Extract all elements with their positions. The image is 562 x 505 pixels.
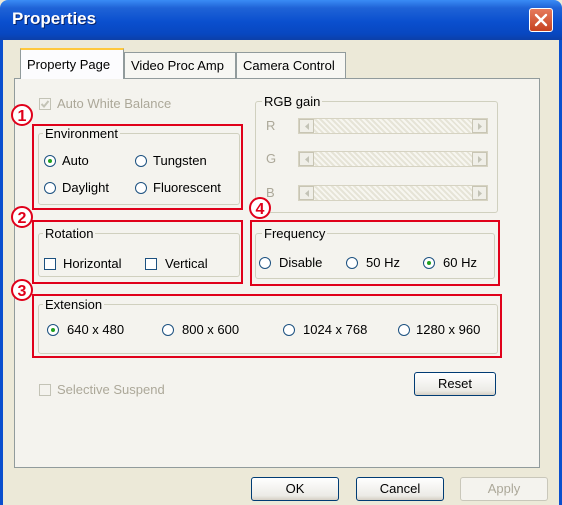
properties-dialog: Properties Property Page Video Proc Amp … [0,0,562,505]
annotation-box-frequency [250,220,500,286]
auto-white-balance-label: Auto White Balance [57,96,172,111]
annotation-badge-3: 3 [11,279,33,301]
tab-label: Property Page [27,57,111,72]
arrow-left-icon [305,190,309,197]
slider-right-button[interactable] [472,119,487,133]
reset-button[interactable]: Reset [414,372,496,396]
annotation-badge-2: 2 [11,206,33,228]
selective-suspend-checkbox[interactable] [39,384,51,396]
checkmark-icon [40,100,50,108]
tab-video-proc-amp[interactable]: Video Proc Amp [124,52,236,78]
tab-label: Camera Control [243,58,335,73]
arrow-right-icon [478,156,482,163]
cancel-button[interactable]: Cancel [356,477,444,501]
annotation-badge-1: 1 [11,104,33,126]
arrow-right-icon [478,190,482,197]
r-gain-slider[interactable] [298,118,488,134]
rgb-b-label: B [266,185,275,200]
annotation-box-rotation [32,220,243,284]
rgb-r-label: R [266,118,276,133]
slider-left-button[interactable] [299,152,314,166]
b-gain-slider[interactable] [298,185,488,201]
tab-property-page[interactable]: Property Page [20,48,124,79]
window-title: Properties [12,9,97,28]
ok-button[interactable]: OK [251,477,339,501]
annotation-badge-4: 4 [249,197,271,219]
rgb-gain-legend: RGB gain [262,94,323,109]
slider-left-button[interactable] [299,186,314,200]
close-button[interactable] [529,8,553,32]
auto-white-balance-checkbox[interactable] [39,98,51,110]
slider-right-button[interactable] [472,152,487,166]
slider-left-button[interactable] [299,119,314,133]
annotation-box-extension [32,294,502,358]
g-gain-slider[interactable] [298,151,488,167]
title-bar[interactable]: Properties [0,0,562,40]
arrow-left-icon [305,123,309,130]
apply-button[interactable]: Apply [460,477,548,501]
arrow-left-icon [305,156,309,163]
arrow-right-icon [478,123,482,130]
rgb-g-label: G [266,151,277,166]
tab-camera-control[interactable]: Camera Control [236,52,346,78]
annotation-box-environment [32,124,243,210]
window-frame-left [0,40,3,505]
selective-suspend-label: Selective Suspend [57,382,165,397]
slider-right-button[interactable] [472,186,487,200]
tab-label: Video Proc Amp [131,58,224,73]
close-icon [534,13,548,27]
